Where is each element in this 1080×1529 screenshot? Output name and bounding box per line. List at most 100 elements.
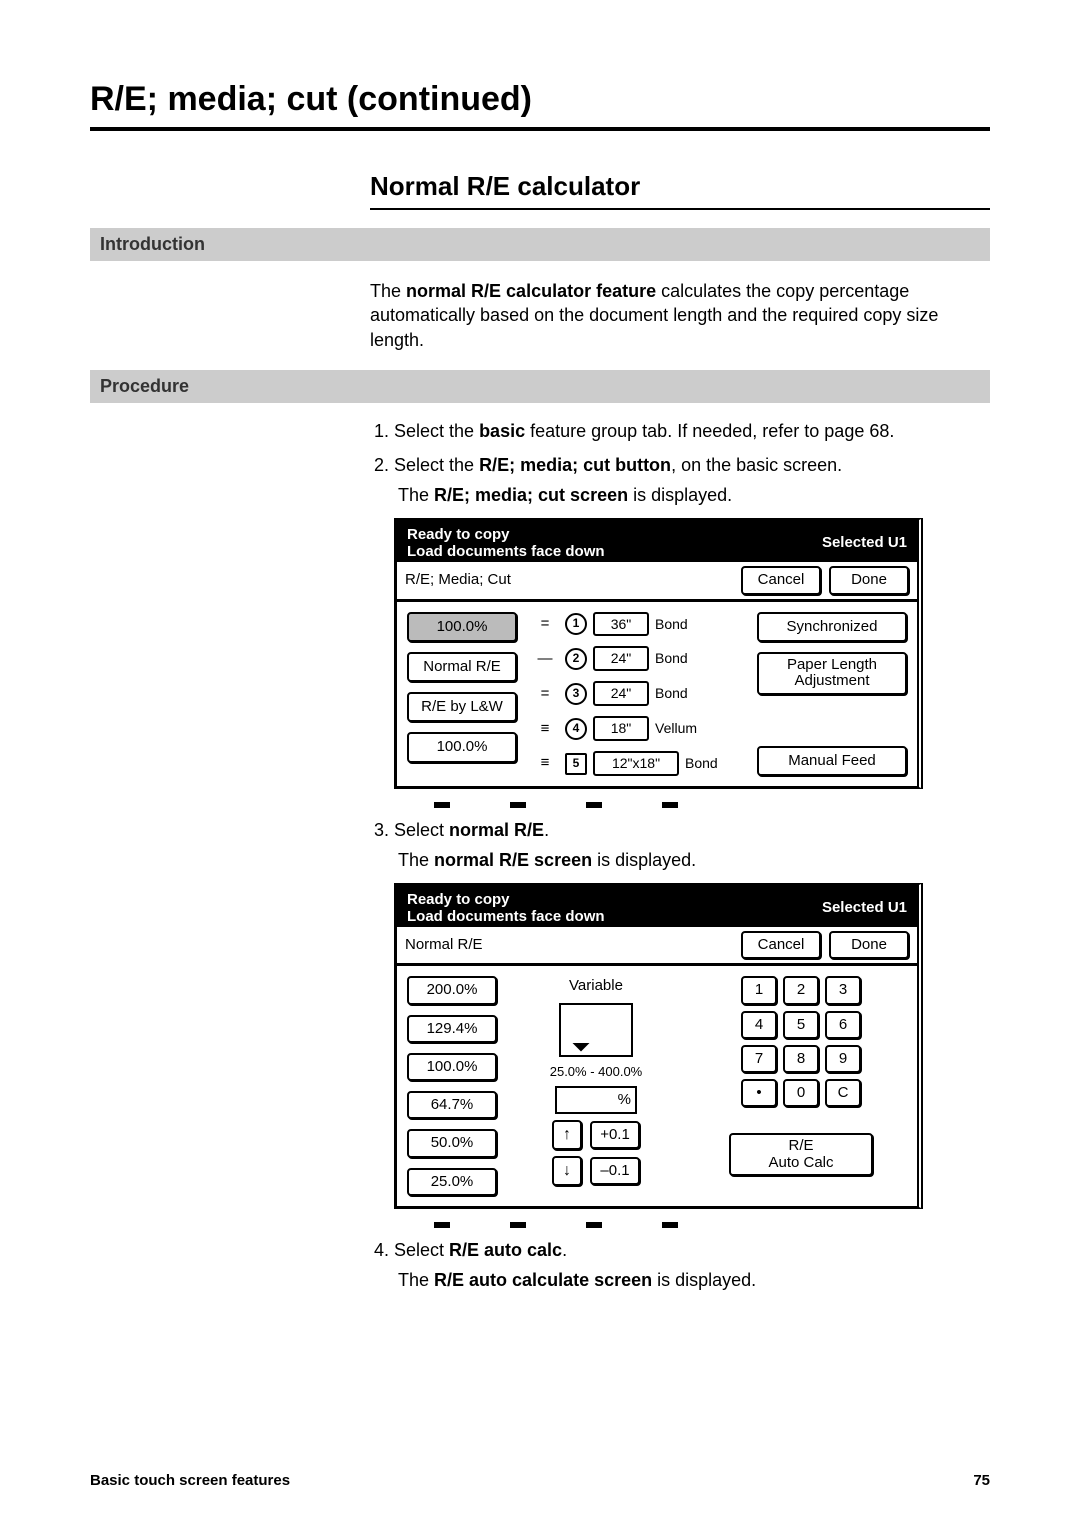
key-8[interactable]: 8	[783, 1045, 819, 1073]
lcd1-status-1: Ready to copy	[407, 526, 605, 543]
pct-200-button[interactable]: 200.0%	[407, 976, 497, 1004]
key-dot[interactable]: •	[741, 1079, 777, 1107]
key-5[interactable]: 5	[783, 1011, 819, 1039]
media-num-2: 2	[565, 648, 587, 670]
s4a: Select	[394, 1240, 449, 1260]
step-4: Select R/E auto calc. The R/E auto calcu…	[394, 1238, 990, 1293]
media-size-4: 18"	[593, 716, 649, 741]
s3a: Select	[394, 820, 449, 840]
footer-page-number: 75	[973, 1472, 990, 1489]
key-2[interactable]: 2	[783, 976, 819, 1004]
procedure-list: Select the basic feature group tab. If n…	[370, 419, 990, 1293]
media-size-1: 36"	[593, 612, 649, 637]
lcd2-tab-stubs	[394, 1222, 990, 1228]
variable-arrow-icon	[559, 1003, 633, 1057]
media-size-5: 12"x18"	[593, 751, 679, 776]
s4b: R/E auto calc	[449, 1240, 562, 1260]
key-3[interactable]: 3	[825, 976, 861, 1004]
media-row-5[interactable]: ≡ 5 12"x18" Bond	[531, 751, 743, 776]
lcd1-done-button[interactable]: Done	[829, 566, 909, 594]
down-arrow-button[interactable]: ↓	[552, 1156, 582, 1186]
lcd1-normal-re-button[interactable]: Normal R/E	[407, 652, 517, 682]
lcd1-synchronized-button[interactable]: Synchronized	[757, 612, 907, 642]
procedure-heading: Procedure	[90, 370, 990, 403]
page-title: R/E; media; cut (continued)	[90, 80, 990, 131]
intro-bold: normal R/E calculator feature	[406, 281, 656, 301]
up-arrow-button[interactable]: ↑	[552, 1120, 582, 1150]
plus-button[interactable]: +0.1	[590, 1121, 640, 1149]
key-4[interactable]: 4	[741, 1011, 777, 1039]
media-row-2[interactable]: — 2 24" Bond	[531, 646, 743, 671]
intro-paragraph: The normal R/E calculator feature calcul…	[370, 261, 990, 352]
key-7[interactable]: 7	[741, 1045, 777, 1073]
media-num-3: 3	[565, 683, 587, 705]
key-clear[interactable]: C	[825, 1079, 861, 1107]
intro-pre: The	[370, 281, 406, 301]
lcd-normal-re: Ready to copy Load documents face down S…	[394, 883, 923, 1209]
s3sb: normal R/E screen	[434, 850, 592, 870]
s3sc: is displayed.	[592, 850, 696, 870]
keypad: 1 2 3 4 5 6 7 8 9 • 0 C	[741, 976, 861, 1107]
step-3: Select normal R/E. The normal R/E screen…	[394, 818, 990, 1228]
lcd1-re-by-lw-button[interactable]: R/E by L&W	[407, 692, 517, 722]
lcd1-paperlength-button[interactable]: Paper Length Adjustment	[757, 652, 907, 695]
media-row-4[interactable]: ≡ 4 18" Vellum	[531, 716, 743, 741]
s2sc: is displayed.	[628, 485, 732, 505]
media-num-1: 1	[565, 613, 587, 635]
lcd2-cancel-button[interactable]: Cancel	[741, 931, 821, 959]
lcd1-100pct-2-button[interactable]: 100.0%	[407, 732, 517, 762]
lcd1-100pct-button[interactable]: 100.0%	[407, 612, 517, 642]
pct-100-button[interactable]: 100.0%	[407, 1053, 497, 1081]
procedure-heading-text: Procedure	[100, 376, 189, 396]
s3sa: The	[398, 850, 434, 870]
pct-64-button[interactable]: 64.7%	[407, 1091, 497, 1119]
s2a: Select the	[394, 455, 479, 475]
lcd2-selected: Selected U1	[822, 898, 907, 918]
sheet-icon: ≡	[531, 719, 559, 739]
percent-display: %	[555, 1086, 637, 1114]
key-1[interactable]: 1	[741, 976, 777, 1004]
roll-icon: —	[531, 649, 559, 669]
minus-button[interactable]: –0.1	[590, 1157, 640, 1185]
lcd1-cancel-button[interactable]: Cancel	[741, 566, 821, 594]
s4sa: The	[398, 1270, 434, 1290]
media-num-4: 4	[565, 718, 587, 740]
lcd2-done-button[interactable]: Done	[829, 931, 909, 959]
autocalc-line2: Auto Calc	[741, 1155, 861, 1172]
media-type-2: Bond	[655, 649, 688, 668]
s1c: feature group tab. If needed, refer to p…	[525, 421, 894, 441]
arrow-down-icon: ↓	[563, 1162, 571, 1179]
media-row-3[interactable]: = 3 24" Bond	[531, 681, 743, 706]
lcd1-manualfeed-button[interactable]: Manual Feed	[757, 746, 907, 776]
key-0[interactable]: 0	[783, 1079, 819, 1107]
lcd2-title: Normal R/E	[405, 935, 733, 955]
key-6[interactable]: 6	[825, 1011, 861, 1039]
intro-heading-text: Introduction	[100, 234, 205, 254]
media-type-3: Bond	[655, 684, 688, 703]
media-size-3: 24"	[593, 681, 649, 706]
s1a: Select the	[394, 421, 479, 441]
step-1: Select the basic feature group tab. If n…	[394, 419, 990, 443]
media-type-4: Vellum	[655, 719, 697, 738]
lcd-media-cut: Ready to copy Load documents face down S…	[394, 518, 923, 789]
lcd2-status-1: Ready to copy	[407, 891, 605, 908]
s2sb: R/E; media; cut screen	[434, 485, 628, 505]
s2b: R/E; media; cut button	[479, 455, 671, 475]
lcd1-tab-stubs	[394, 802, 990, 808]
s1b: basic	[479, 421, 525, 441]
arrow-up-icon: ↑	[563, 1126, 571, 1143]
section-subtitle: Normal R/E calculator	[370, 171, 990, 210]
s2sa: The	[398, 485, 434, 505]
roll-icon: =	[531, 684, 559, 704]
key-9[interactable]: 9	[825, 1045, 861, 1073]
s4sb: R/E auto calculate screen	[434, 1270, 652, 1290]
lcd1-status-2: Load documents face down	[407, 543, 605, 560]
media-row-1[interactable]: = 1 36" Bond	[531, 612, 743, 637]
pct-50-button[interactable]: 50.0%	[407, 1129, 497, 1157]
s3b: normal R/E	[449, 820, 544, 840]
sheet-icon: ≡	[531, 753, 559, 773]
re-autocalc-button[interactable]: R/E Auto Calc	[729, 1133, 873, 1176]
pct-129-button[interactable]: 129.4%	[407, 1015, 497, 1043]
s3c: .	[544, 820, 549, 840]
pct-25-button[interactable]: 25.0%	[407, 1168, 497, 1196]
